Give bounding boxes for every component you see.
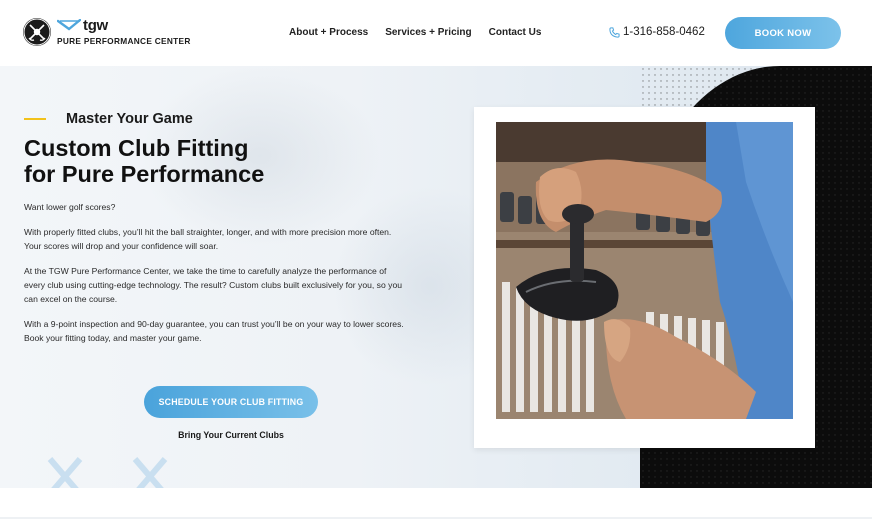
headline-line-1: Custom Club Fitting xyxy=(24,135,249,161)
body-paragraph: With properly fitted clubs, you’ll hit t… xyxy=(24,226,392,251)
club-fitting-photo-frame xyxy=(474,107,815,448)
headline-line-2: for Pure Performance xyxy=(24,160,265,187)
hero-section: Master Your Game Custom Club Fitting for… xyxy=(0,66,872,488)
body-paragraph: Want lower golf scores? xyxy=(24,202,116,212)
eyebrow-text: Master Your Game xyxy=(66,111,193,127)
cta-subtext: Bring Your Current Clubs xyxy=(178,430,284,440)
site-header: tgw PURE PERFORMANCE CENTER About + Proc… xyxy=(0,0,872,66)
phone-number: 1-316-858-0462 xyxy=(623,26,705,38)
hero-body-copy: Want lower golf scores? With properly fi… xyxy=(24,200,409,356)
eyebrow-accent-line xyxy=(24,118,46,120)
nav-about-process[interactable]: About + Process xyxy=(289,27,368,38)
brand-subtitle: PURE PERFORMANCE CENTER xyxy=(57,36,191,47)
golf-crest-icon xyxy=(23,18,51,46)
brand-name: tgw xyxy=(83,16,108,34)
club-fitting-photo xyxy=(496,122,793,419)
book-now-button[interactable]: BOOK NOW xyxy=(725,17,841,49)
phone-icon xyxy=(609,26,620,38)
phone-link[interactable]: 1-316-858-0462 xyxy=(609,26,705,38)
hero-headline: Custom Club Fitting for Pure Performance xyxy=(24,135,324,187)
nav-services-pricing[interactable]: Services + Pricing xyxy=(385,27,471,38)
body-paragraph: At the TGW Pure Performance Center, we t… xyxy=(24,265,403,305)
main-nav: About + Process Services + Pricing Conta… xyxy=(289,27,541,38)
body-paragraph: With a 9-point inspection and 90-day gua… xyxy=(24,318,404,343)
eyebrow: Master Your Game xyxy=(24,111,193,127)
next-section-start xyxy=(0,488,872,519)
decorative-cross-shape xyxy=(47,457,168,488)
brand-logo[interactable]: tgw PURE PERFORMANCE CENTER xyxy=(23,18,191,46)
schedule-fitting-button[interactable]: SCHEDULE YOUR CLUB FITTING xyxy=(144,386,318,418)
swoosh-icon xyxy=(57,19,81,31)
nav-contact-us[interactable]: Contact Us xyxy=(489,27,542,38)
